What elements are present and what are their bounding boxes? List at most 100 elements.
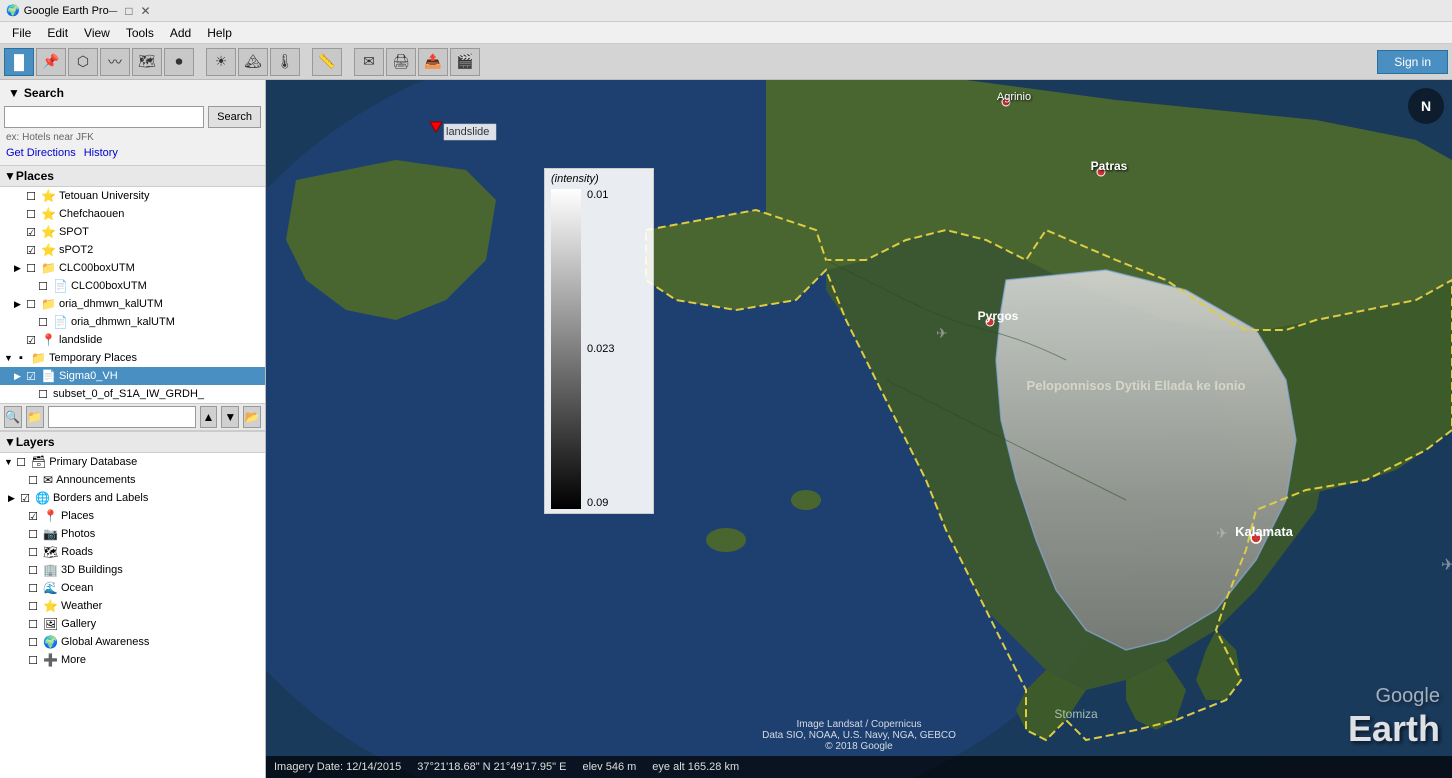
item-label: Temporary Places [49,352,137,364]
search-button[interactable]: Search [208,106,261,128]
item-label: Chefchaouen [59,208,124,220]
layer-ocean[interactable]: 🌊 Ocean [0,579,265,597]
search-input[interactable] [4,106,204,128]
places-item-tetouan[interactable]: ⭐ Tetouan University [0,187,265,205]
checkbox-landslide[interactable] [24,333,38,347]
toolbar-overlay-btn[interactable]: 🗺 [132,48,162,76]
toolbar-measure-btn[interactable]: 📏 [312,48,342,76]
layers-header[interactable]: ▼ Layers [0,431,265,453]
checkbox-spot[interactable] [24,225,38,239]
menu-file[interactable]: File [4,24,39,42]
signin-button[interactable]: Sign in [1377,50,1448,74]
checkbox-gallery[interactable] [26,617,40,631]
checkbox-borders[interactable] [18,491,32,505]
minimize-button[interactable]: ─ [109,4,118,18]
checkbox-ocean[interactable] [26,581,40,595]
menu-add[interactable]: Add [162,24,199,42]
checkbox-chefchaouen[interactable] [24,207,38,221]
checkbox-global[interactable] [26,635,40,649]
checkbox-clc00box2[interactable] [36,279,50,293]
toolbar-print-btn[interactable]: 🖨 [386,48,416,76]
places-down-btn[interactable]: ▼ [221,406,239,428]
places-export-btn[interactable]: 📂 [243,406,261,428]
places-item-spot2[interactable]: ⭐ sPOT2 [0,241,265,259]
checkbox-temp[interactable] [14,351,28,365]
layer-primary-db[interactable]: ▼ 🗃 Primary Database [0,453,265,471]
layer-places[interactable]: 📍 Places [0,507,265,525]
places-item-temp[interactable]: ▼ 📁 Temporary Places [0,349,265,367]
expand-icon[interactable]: ▶ [14,299,24,310]
checkbox-oria2[interactable] [36,315,50,329]
checkbox-subset[interactable] [36,387,50,401]
close-button[interactable]: ✕ [140,4,150,18]
checkbox-spot2[interactable] [24,243,38,257]
expand-icon[interactable]: ▶ [14,263,24,274]
menu-tools[interactable]: Tools [118,24,162,42]
places-item-sigma0[interactable]: ▶ 📄 Sigma0_VH [0,367,265,385]
layer-global[interactable]: 🌍 Global Awareness [0,633,265,651]
checkbox-announcements[interactable] [26,473,40,487]
toolbar-photo-btn[interactable]: 🏔 [238,48,268,76]
places-zoom-btn[interactable]: 🔍 [4,406,22,428]
places-item-oria1[interactable]: ▶ 📁 oria_dhmwn_kalUTM [0,295,265,313]
search-header[interactable]: ▼ Search [4,84,261,102]
places-up-btn[interactable]: ▲ [200,406,218,428]
expand-icon[interactable]: ▶ [14,371,24,382]
checkbox-more[interactable] [26,653,40,667]
checkbox-primary[interactable] [14,455,28,469]
db-icon: 🗃 [31,455,46,469]
layer-announcements[interactable]: ✉ Announcements [0,471,265,489]
toolbar-path-btn[interactable]: 〰 [100,48,130,76]
menu-help[interactable]: Help [199,24,240,42]
places-search-input[interactable] [48,406,196,428]
toolbar-email-btn[interactable]: ✉ [354,48,384,76]
places-item-clc00box2[interactable]: 📄 CLC00boxUTM [0,277,265,295]
toolbar-polygon-btn[interactable]: ⬡ [68,48,98,76]
checkbox-tetouan[interactable] [24,189,38,203]
layer-roads[interactable]: 🗺 Roads [0,543,265,561]
layer-weather[interactable]: ⭐ Weather [0,597,265,615]
places-header[interactable]: ▼ Places [0,165,265,187]
toolbar-sidebar-btn[interactable]: ▐▌ [4,48,34,76]
checkbox-sigma0[interactable] [24,369,38,383]
places-item-chefchaouen[interactable]: ⭐ Chefchaouen [0,205,265,223]
toolbar-heatmap-btn[interactable]: 🌡 [270,48,300,76]
toolbar-record-btn[interactable]: ⏺ [164,48,194,76]
history-link[interactable]: History [84,147,118,159]
toolbar-placemark-btn[interactable]: 📌 [36,48,66,76]
toolbar-movie-btn[interactable]: 🎬 [450,48,480,76]
checkbox-weather[interactable] [26,599,40,613]
places-collapse-arrow: ▼ [4,169,16,183]
places-item-clc00box[interactable]: ▶ 📁 CLC00boxUTM [0,259,265,277]
checkbox-roads[interactable] [26,545,40,559]
layer-gallery[interactable]: 🖼 Gallery [0,615,265,633]
map-area[interactable]: Agrinio Patras Chalcis Corinth Megara Py… [266,80,1452,778]
checkbox-clc00box[interactable] [24,261,38,275]
layer-more[interactable]: ➕ More [0,651,265,669]
layer-photos[interactable]: 📷 Photos [0,525,265,543]
checkbox-photos[interactable] [26,527,40,541]
places-item-oria2[interactable]: 📄 oria_dhmwn_kalUTM [0,313,265,331]
menu-view[interactable]: View [76,24,118,42]
layer-borders[interactable]: ▶ 🌐 Borders and Labels [0,489,265,507]
places-item-spot[interactable]: ⭐ SPOT [0,223,265,241]
expand-icon[interactable]: ▼ [4,457,14,467]
svg-text:Kalamata: Kalamata [1235,524,1294,539]
places-item-landslide[interactable]: 📍 landslide [0,331,265,349]
places-folder-btn[interactable]: 📁 [26,406,44,428]
expand-icon[interactable]: ▶ [8,493,18,504]
expand-icon[interactable]: ▼ [4,353,14,363]
layer-3dbuildings[interactable]: 🏢 3D Buildings [0,561,265,579]
checkbox-places-layer[interactable] [26,509,40,523]
scale-top: 0.01 [587,189,615,201]
toolbar-sun-btn[interactable]: ☀ [206,48,236,76]
checkbox-buildings[interactable] [26,563,40,577]
toolbar-share-btn[interactable]: 📤 [418,48,448,76]
checkbox-oria1[interactable] [24,297,38,311]
elevation: elev 546 m [582,761,636,773]
item-label: Primary Database [49,456,137,468]
menu-edit[interactable]: Edit [39,24,76,42]
places-item-subset[interactable]: subset_0_of_S1A_IW_GRDH_ [0,385,265,403]
get-directions-link[interactable]: Get Directions [6,147,76,159]
maximize-button[interactable]: □ [125,4,132,18]
